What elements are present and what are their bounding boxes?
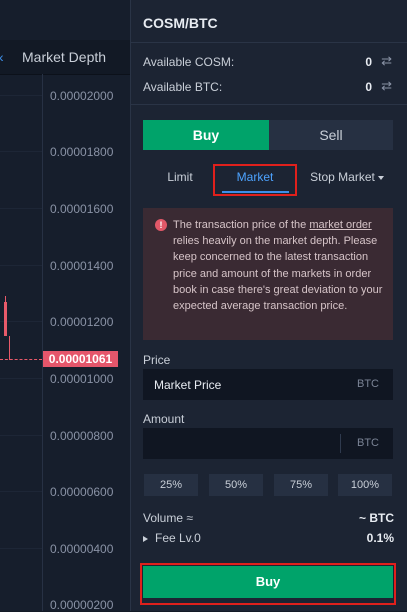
price-axis-tick: 0.00001400 [50,259,114,273]
price-axis-tick: 0.00001000 [50,372,114,386]
divider [131,104,407,105]
divider [131,42,407,43]
grid-line [0,491,42,492]
amount-unit: BTC [357,437,379,449]
percent-25-button[interactable]: 25% [144,474,198,496]
transfer-icon[interactable]: ⇄ [381,53,392,69]
chart-tab-bar: ‹ Market Depth [0,40,130,75]
price-axis-tick: 0.00000200 [50,598,114,612]
tab-stop-market-label: Stop Market [310,170,375,184]
sell-side-tab[interactable]: Sell [269,120,393,150]
highlight-box [140,563,396,605]
price-axis-tick: 0.00001800 [50,145,114,159]
fee-value: 0.1% [366,531,394,545]
grid-line [0,265,42,266]
grid-line [0,208,42,209]
chevron-left-icon[interactable]: ‹ [0,49,4,65]
buy-side-tab[interactable]: Buy [143,120,269,150]
price-axis-line [42,74,43,611]
amount-label: Amount [143,412,185,426]
price-axis-tick: 0.00000400 [50,542,114,556]
price-axis-tick: 0.00001200 [50,315,114,329]
market-order-link[interactable]: market order [309,219,371,231]
amount-input[interactable]: BTC [143,428,393,459]
volume-value: ~ BTC [358,511,394,525]
warning-text-suffix: relies heavily on the market depth. Plea… [173,235,383,313]
price-label: Price [143,353,171,367]
last-price-tag: 0.00001061 [43,351,118,367]
available-cosm-label: Available COSM: [143,55,235,69]
price-field-value: Market Price [154,378,222,392]
price-chart[interactable]: ‹ Market Depth 0.00002000 0.00001800 0.0… [0,0,130,612]
price-axis-tick: 0.00001600 [50,202,114,216]
tab-limit[interactable]: Limit [143,170,217,184]
price-axis-tick: 0.00002000 [50,89,114,103]
percent-100-button[interactable]: 100% [338,474,392,496]
candlestick [4,302,7,336]
available-btc-label: Available BTC: [143,80,223,94]
tab-market-depth[interactable]: Market Depth [22,49,106,65]
field-divider [340,434,341,453]
price-axis-tick: 0.00000800 [50,429,114,443]
percent-75-button[interactable]: 75% [274,474,328,496]
order-panel: COSM/BTC Available COSM: 0 ⇄ Available B… [130,0,407,611]
market-order-warning: ! The transaction price of the market ord… [143,208,393,340]
price-field[interactable]: Market Price BTC [143,369,393,400]
warning-icon: ! [155,219,167,231]
transfer-icon[interactable]: ⇄ [381,78,392,94]
grid-line [0,435,42,436]
grid-line [0,548,42,549]
chevron-down-icon [377,175,384,180]
candle-wick [9,336,10,360]
trading-pair-title: COSM/BTC [143,15,218,31]
percent-50-button[interactable]: 50% [209,474,263,496]
available-btc-value: 0 [365,80,372,94]
tab-stop-market[interactable]: Stop Market [297,170,397,184]
grid-line [0,95,42,96]
last-price-line [0,359,42,360]
highlight-box [213,164,297,196]
available-cosm-value: 0 [365,55,372,69]
grid-line [0,378,42,379]
warning-text-prefix: The transaction price of the [173,219,310,231]
fee-label: Fee Lv.0 [155,531,201,545]
price-unit: BTC [357,378,379,390]
grid-line [0,151,42,152]
caret-right-icon [143,535,148,542]
fee-toggle[interactable]: Fee Lv.0 [143,531,201,545]
volume-label: Volume ≈ [143,511,193,525]
price-axis-tick: 0.00000600 [50,485,114,499]
